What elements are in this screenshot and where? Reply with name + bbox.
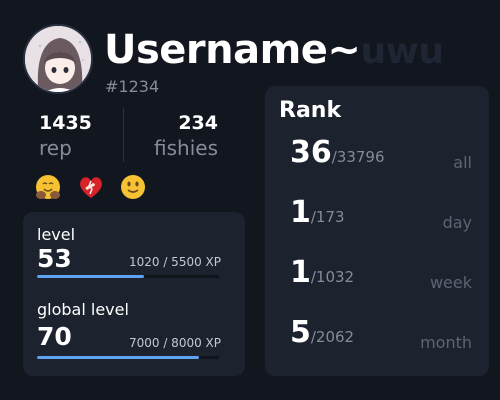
rank-position-value: 1 (290, 255, 311, 290)
rank-row-all: 36/33796 all (265, 136, 489, 180)
rank-position: 5/2062 (290, 316, 354, 354)
global-level-xp: 7000 / 8000 XP (128, 336, 221, 350)
discriminator: #1234 (105, 77, 160, 96)
rank-total: /173 (310, 208, 345, 226)
rank-total: /2062 (310, 328, 355, 346)
rank-period: day (442, 213, 472, 232)
rank-period: month (420, 333, 472, 352)
level-progress-fill (37, 275, 145, 278)
rank-period: all (453, 153, 472, 172)
rank-position: 1/1032 (290, 256, 354, 294)
username-text: Username~ (104, 27, 361, 73)
level-xp: 1020 / 5500 XP (128, 255, 221, 269)
level-card: level 53 1020 / 5500 XP global level 70 … (23, 212, 245, 376)
rank-position-value: 36 (290, 135, 332, 170)
global-level-label: global level (37, 300, 129, 319)
slightly-smiling-face-emoji-icon (118, 172, 148, 202)
mending-heart-emoji-icon (76, 172, 106, 202)
hugging-face-emoji-icon (33, 172, 63, 202)
rep-count: 1435 (39, 112, 92, 134)
rank-period: week (429, 273, 472, 292)
rank-position-value: 1 (290, 195, 311, 230)
rank-total: /1032 (310, 268, 355, 286)
rank-row-day: 1/173 day (265, 196, 489, 240)
global-level-progress-bar (37, 356, 219, 359)
fishies-label: fishies (154, 136, 218, 160)
level-progress-bar (37, 275, 219, 278)
username-suffix: uwu (360, 31, 444, 72)
level-value: 53 (37, 244, 72, 273)
level-label: level (37, 225, 76, 244)
rank-card: Rank 36/33796 all 1/173 day 1/1032 week … (265, 86, 489, 376)
rank-position: 1/173 (290, 196, 345, 234)
rank-position: 36/33796 (290, 136, 385, 174)
global-level-progress-fill (37, 356, 199, 359)
rank-row-month: 5/2062 month (265, 316, 489, 360)
username: Username~uwu (104, 26, 444, 76)
rank-position-value: 5 (290, 315, 311, 350)
avatar (23, 24, 93, 94)
rep-label: rep (39, 136, 72, 160)
rank-row-week: 1/1032 week (265, 256, 489, 300)
fishies-count: 234 (178, 112, 218, 134)
rank-total: /33796 (331, 148, 385, 166)
global-level-value: 70 (37, 322, 72, 351)
stats-divider (123, 108, 124, 162)
rank-title: Rank (279, 98, 342, 123)
